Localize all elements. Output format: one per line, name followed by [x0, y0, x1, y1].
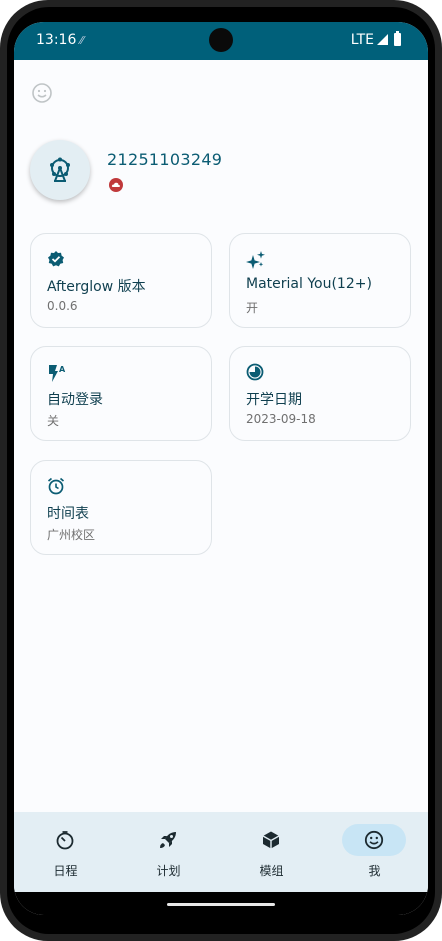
card-value: 2023-09-18 [246, 412, 316, 426]
card-title: 自动登录 [47, 392, 103, 408]
nav-item-plan[interactable]: 计划 [117, 812, 220, 892]
signal-icon: ⁄⁄ [80, 34, 84, 47]
battery-icon [394, 31, 401, 46]
ferris-wheel-icon [50, 157, 70, 182]
home-indicator[interactable] [167, 903, 275, 906]
card-value: 0.0.6 [47, 299, 78, 313]
card-version[interactable]: Afterglow 版本 0.0.6 [30, 233, 212, 328]
sparkle-icon [246, 250, 266, 274]
card-value: 广州校区 [47, 528, 96, 542]
cube-icon [262, 831, 280, 849]
smiley-icon [364, 830, 384, 850]
clock-pie-icon [246, 363, 264, 385]
status-time: 13:16 [36, 32, 77, 48]
card-timetable[interactable]: 时间表 广州校区 [30, 460, 212, 555]
card-value: 关 [47, 414, 60, 428]
cloud-status-icon [109, 178, 123, 192]
svg-text:A: A [59, 365, 66, 374]
card-title: 开学日期 [246, 392, 302, 408]
bottom-navigation: 日程 计划 模组 我 [14, 812, 428, 892]
card-title: 时间表 [47, 506, 89, 522]
timer-icon [56, 831, 74, 850]
avatar[interactable] [30, 140, 90, 200]
gesture-bar-area [14, 892, 428, 915]
nav-item-modules[interactable]: 模组 [220, 812, 323, 892]
card-auto-login[interactable]: A 自动登录 关 [30, 346, 212, 441]
app-screen: 13:16 ⁄⁄ LTE 21251103249 Afterglow 版本 0.… [14, 22, 428, 915]
username: 21251103249 [107, 150, 223, 169]
smiley-icon[interactable] [31, 82, 53, 108]
network-type: LTE [350, 32, 374, 48]
nav-label: 计划 [156, 864, 181, 878]
card-material-you[interactable]: Material You(12+) 开 [229, 233, 411, 328]
card-semester-start[interactable]: 开学日期 2023-09-18 [229, 346, 411, 441]
nav-label: 模组 [259, 864, 284, 878]
rocket-icon [160, 832, 176, 848]
nav-item-me[interactable]: 我 [323, 812, 426, 892]
verified-badge-icon [47, 250, 65, 272]
card-title: Material You(12+) [246, 276, 372, 292]
cell-signal-icon [377, 34, 388, 45]
card-title: Afterglow 版本 [47, 279, 146, 295]
alarm-icon [47, 477, 65, 499]
flash-auto-icon: A [47, 363, 67, 387]
nav-label: 我 [368, 864, 381, 878]
card-value: 开 [246, 301, 259, 315]
status-bar: 13:16 ⁄⁄ LTE [14, 22, 428, 60]
front-camera [209, 28, 233, 52]
nav-label: 日程 [53, 864, 78, 878]
nav-item-schedule[interactable]: 日程 [14, 812, 117, 892]
